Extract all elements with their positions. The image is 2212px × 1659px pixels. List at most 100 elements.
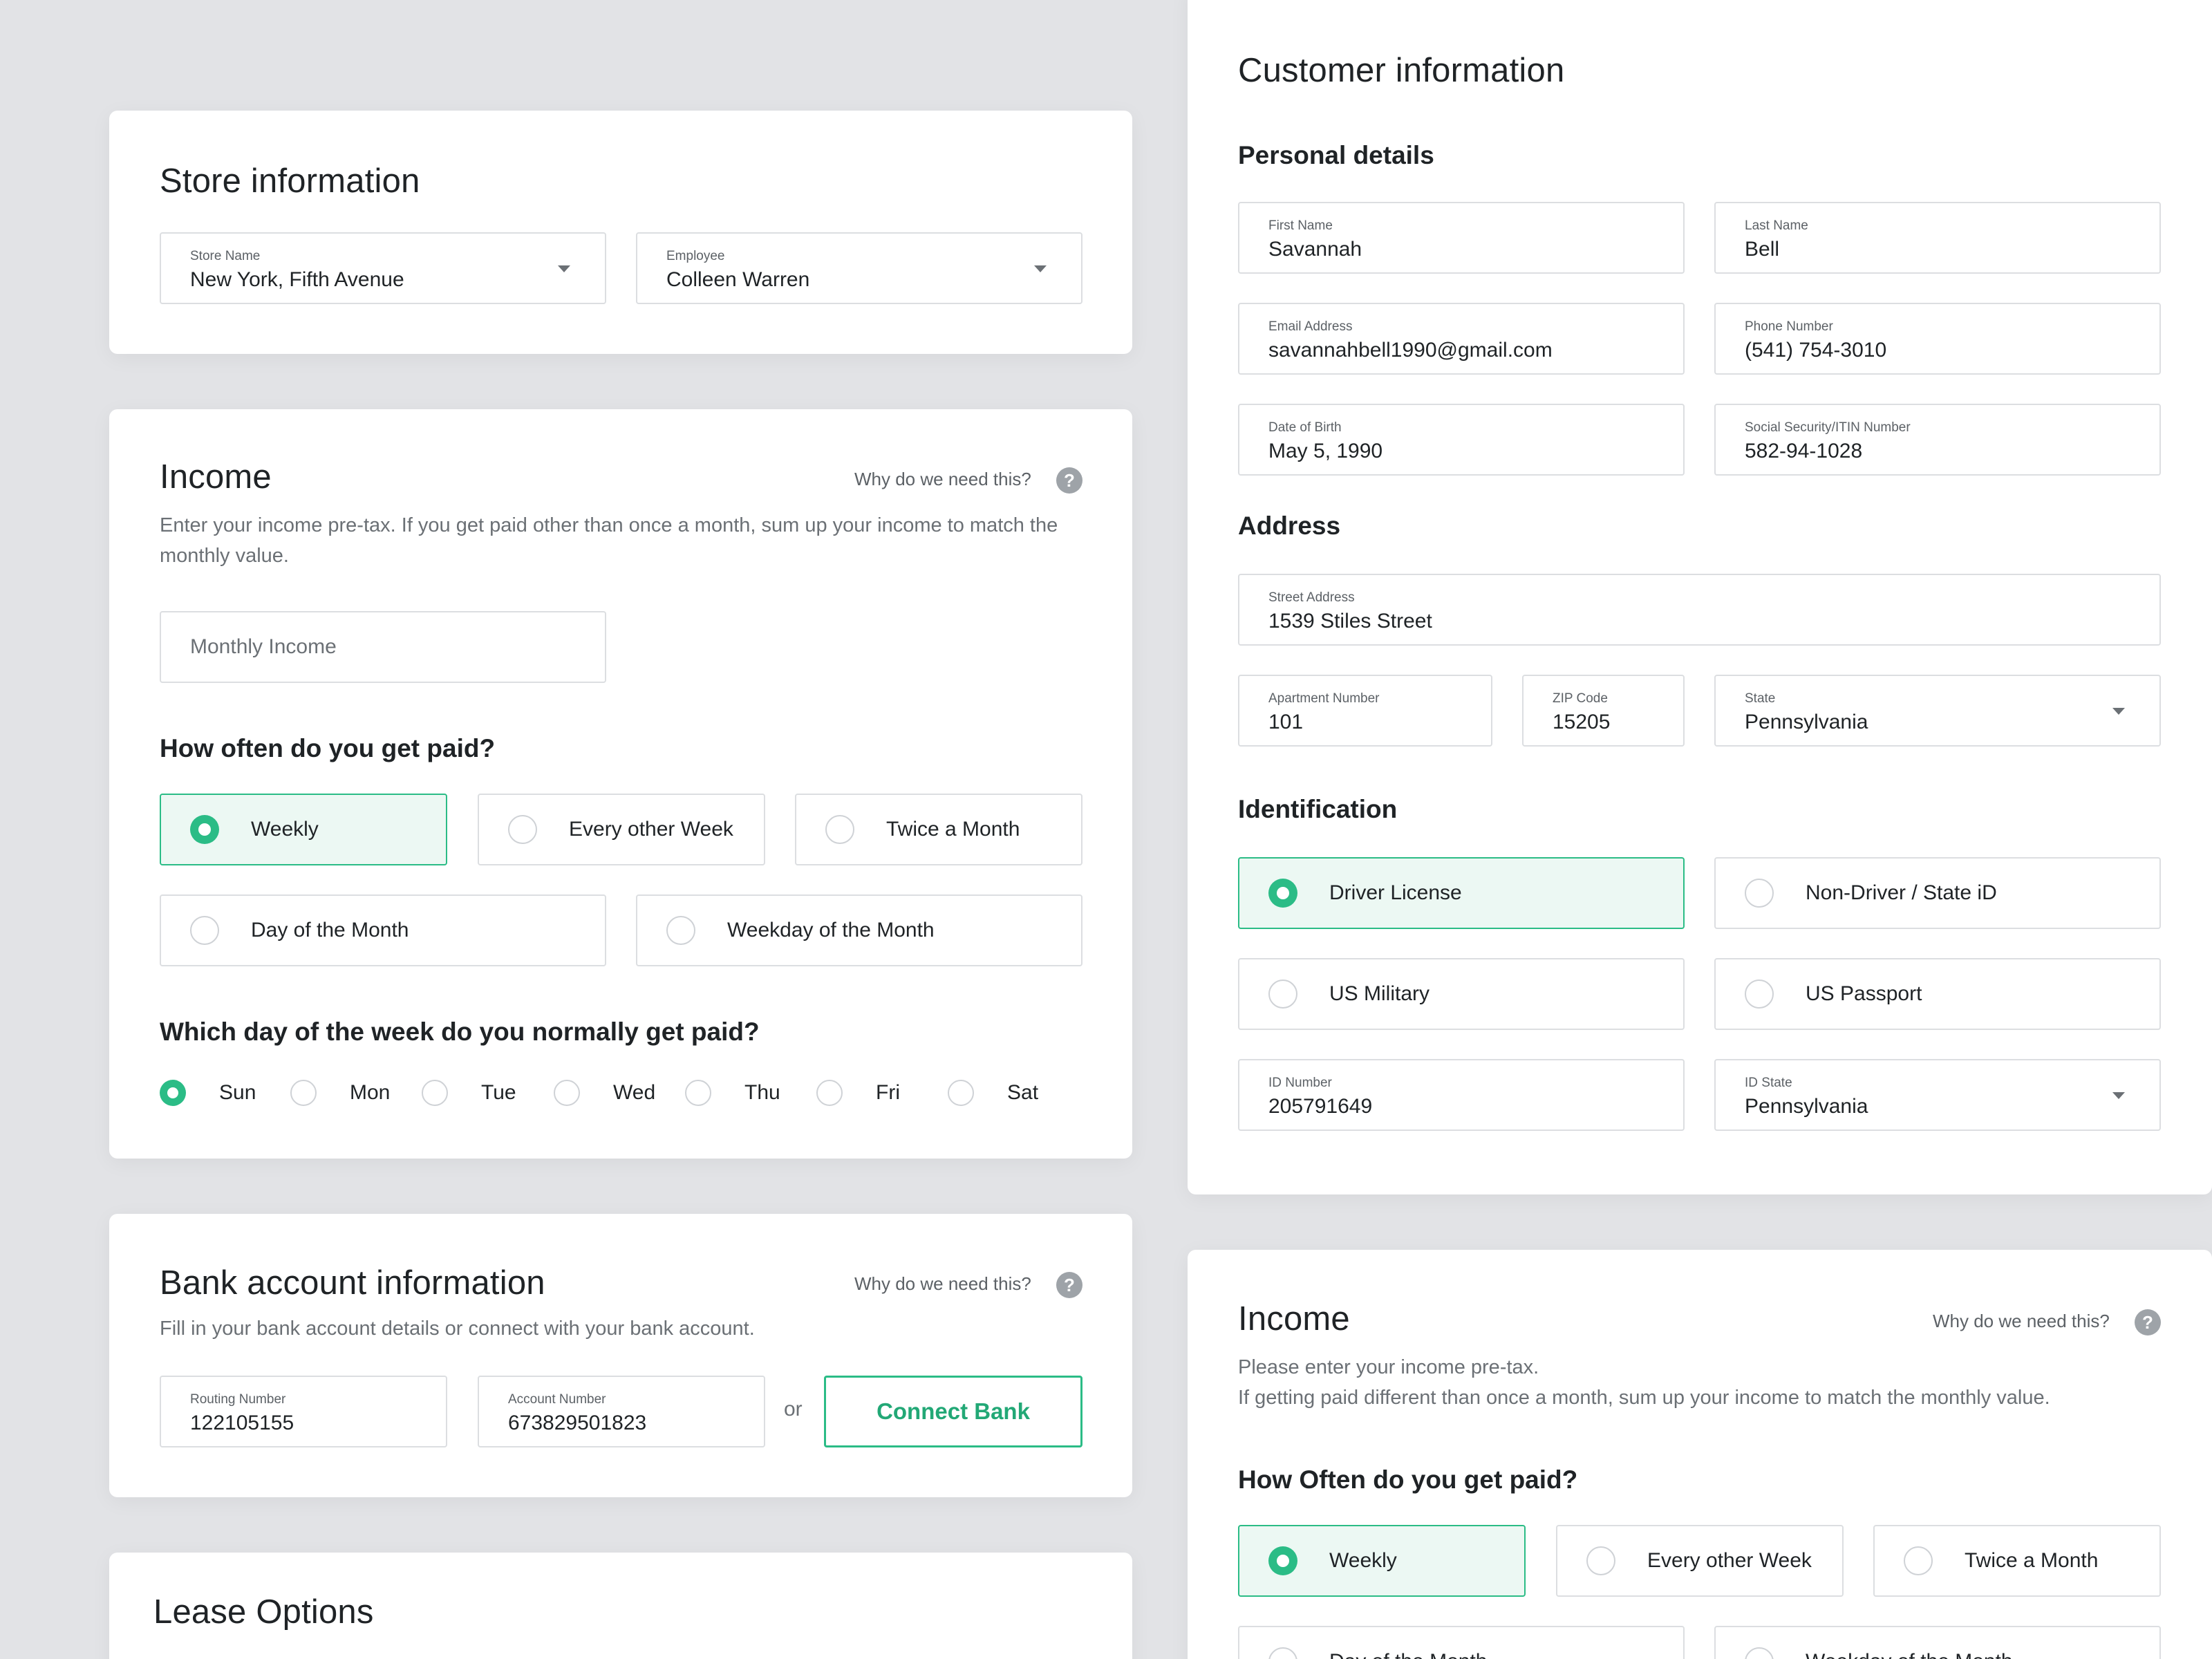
id-option-non-driver[interactable]: Non-Driver / State iD [1714,857,2161,929]
email-label: Email Address [1268,319,1353,334]
option-label: US Passport [1806,982,1922,1005]
account-number-field[interactable]: Account Number 673829501823 [478,1376,765,1447]
frequency-option-day-of-month[interactable]: Day of the Month [1238,1626,1685,1659]
income-description: Enter your income pre-tax. If you get pa… [160,514,1058,567]
weekday-label: Mon [350,1081,391,1104]
weekday-label: Fri [876,1081,900,1104]
income-description-line2: If getting paid different than once a mo… [1238,1387,2050,1409]
street-address-field[interactable]: Street Address 1539 Stiles Street [1238,574,2161,646]
weekday-option-mon[interactable]: Mon [290,1080,390,1106]
ssn-label: Social Security/ITIN Number [1745,420,1911,435]
chevron-down-icon [2112,708,2125,715]
pay-frequency-title: How Often do you get paid? [1238,1465,1578,1494]
help-icon[interactable]: ? [2135,1309,2161,1335]
why-link[interactable]: Why do we need this? [854,469,1031,490]
weekday-label: Sat [1007,1081,1039,1104]
chevron-down-icon [558,265,570,272]
radio-icon [1745,1647,1774,1659]
radio-icon [508,815,537,844]
option-label: Weekday of the Month [1806,1650,2013,1659]
frequency-option-weekday-of-month[interactable]: Weekday of the Month [1714,1626,2161,1659]
income-description-line1: Please enter your income pre-tax. [1238,1356,1539,1378]
monthly-income-placeholder: Monthly Income [190,635,337,658]
weekday-title: Which day of the week do you normally ge… [160,1018,760,1046]
ssn-value: 582-94-1028 [1745,440,1863,462]
id-state-label: ID State [1745,1076,1792,1090]
id-state-select[interactable]: ID State Pennsylvania [1714,1059,2161,1131]
last-name-value: Bell [1745,238,1780,261]
radio-icon [816,1080,843,1106]
first-name-field[interactable]: First Name Savannah [1238,202,1685,274]
radio-selected-icon [1268,879,1297,908]
why-link[interactable]: Why do we need this? [854,1273,1031,1295]
radio-icon [1268,1647,1297,1659]
store-name-select[interactable]: Store Name New York, Fifth Avenue [160,232,606,304]
state-select[interactable]: State Pennsylvania [1714,675,2161,747]
option-label: US Military [1329,982,1430,1005]
monthly-income-input[interactable]: Monthly Income [160,611,606,683]
date-of-birth-field[interactable]: Date of Birth May 5, 1990 [1238,404,1685,476]
id-option-driver-license[interactable]: Driver License [1238,857,1685,929]
id-number-field[interactable]: ID Number 205791649 [1238,1059,1685,1131]
radio-selected-icon [1268,1546,1297,1575]
last-name-field[interactable]: Last Name Bell [1714,202,2161,274]
employee-select[interactable]: Employee Colleen Warren [636,232,1082,304]
routing-number-field[interactable]: Routing Number 122105155 [160,1376,447,1447]
radio-icon [825,815,854,844]
help-icon[interactable]: ? [1056,467,1082,494]
weekday-option-tue[interactable]: Tue [422,1080,516,1106]
weekday-option-sun[interactable]: Sun [160,1080,256,1106]
frequency-option-weekday-of-month[interactable]: Weekday of the Month [636,894,1082,966]
zip-code-value: 15205 [1553,711,1611,733]
why-link[interactable]: Why do we need this? [1933,1311,2110,1332]
lease-options-card: Lease Options [109,1553,1132,1659]
frequency-option-weekly[interactable]: Weekly [1238,1525,1526,1597]
zip-code-label: ZIP Code [1553,691,1608,706]
radio-icon [190,916,219,945]
phone-field[interactable]: Phone Number (541) 754-3010 [1714,303,2161,375]
account-number-value: 673829501823 [508,1412,647,1434]
date-of-birth-label: Date of Birth [1268,420,1342,435]
street-address-value: 1539 Stiles Street [1268,610,1432,632]
state-value: Pennsylvania [1745,711,1868,733]
income-title: Income [160,458,272,496]
chevron-down-icon [2112,1092,2125,1099]
radio-icon [422,1080,448,1106]
weekday-label: Sun [219,1081,256,1104]
address-title: Address [1238,512,1341,540]
weekday-option-sat[interactable]: Sat [948,1080,1038,1106]
weekday-option-fri[interactable]: Fri [816,1080,900,1106]
help-icon[interactable]: ? [1056,1272,1082,1298]
apartment-number-label: Apartment Number [1268,691,1380,706]
or-separator: or [784,1398,803,1421]
income-card-alt: Income Why do we need this? ? Please ent… [1188,1250,2212,1659]
frequency-option-day-of-month[interactable]: Day of the Month [160,894,606,966]
id-option-us-military[interactable]: US Military [1238,958,1685,1030]
weekday-option-thu[interactable]: Thu [685,1080,780,1106]
email-value: savannahbell1990@gmail.com [1268,339,1553,362]
ssn-field[interactable]: Social Security/ITIN Number 582-94-1028 [1714,404,2161,476]
id-number-label: ID Number [1268,1076,1332,1090]
last-name-label: Last Name [1745,218,1808,233]
frequency-option-twice-a-month[interactable]: Twice a Month [795,794,1082,865]
zip-code-field[interactable]: ZIP Code 15205 [1522,675,1685,747]
radio-icon [1904,1546,1933,1575]
radio-icon [948,1080,974,1106]
frequency-option-every-other-week[interactable]: Every other Week [1556,1525,1844,1597]
frequency-option-twice-a-month[interactable]: Twice a Month [1873,1525,2161,1597]
email-field[interactable]: Email Address savannahbell1990@gmail.com [1238,303,1685,375]
option-label: Driver License [1329,881,1462,904]
radio-icon [685,1080,711,1106]
id-option-us-passport[interactable]: US Passport [1714,958,2161,1030]
phone-label: Phone Number [1745,319,1833,334]
radio-icon [666,916,695,945]
radio-icon [1268,980,1297,1009]
lease-options-title: Lease Options [153,1593,374,1631]
customer-information-title: Customer information [1238,52,1565,89]
connect-bank-button[interactable]: Connect Bank [824,1376,1082,1447]
frequency-option-every-other-week[interactable]: Every other Week [478,794,765,865]
frequency-option-weekly[interactable]: Weekly [160,794,447,865]
radio-icon [1745,879,1774,908]
weekday-option-wed[interactable]: Wed [554,1080,655,1106]
apartment-number-field[interactable]: Apartment Number 101 [1238,675,1492,747]
